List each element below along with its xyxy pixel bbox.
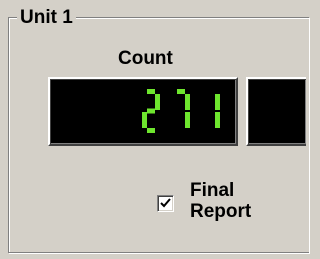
digit-0-segment-b bbox=[155, 94, 160, 110]
groupbox-title: Unit 1 bbox=[17, 7, 76, 29]
digit-1-segment-c bbox=[185, 112, 190, 128]
final-report-label[interactable]: Final Report bbox=[190, 180, 251, 222]
unit-panel: Unit 1 Count Final Report bbox=[0, 0, 309, 259]
digit-1-segment-b bbox=[185, 94, 190, 110]
digit-0-segment-g bbox=[147, 108, 155, 114]
final-report-label-line1: Final bbox=[190, 180, 235, 201]
count-label: Count bbox=[118, 48, 173, 69]
final-report-label-line2: Report bbox=[190, 201, 252, 222]
second-display bbox=[246, 77, 306, 146]
count-display bbox=[48, 77, 238, 146]
digit-2-segment-c bbox=[215, 112, 220, 128]
digit-0-segment-e bbox=[142, 112, 147, 128]
count-value-digits bbox=[142, 89, 220, 133]
digit-0-segment-a bbox=[147, 89, 155, 94]
final-report-checkbox[interactable] bbox=[157, 195, 174, 212]
checkmark-icon bbox=[160, 198, 171, 208]
digit-1-segment-a bbox=[177, 89, 185, 94]
digit-2-segment-b bbox=[215, 94, 220, 110]
digit-0-segment-d bbox=[147, 128, 155, 133]
